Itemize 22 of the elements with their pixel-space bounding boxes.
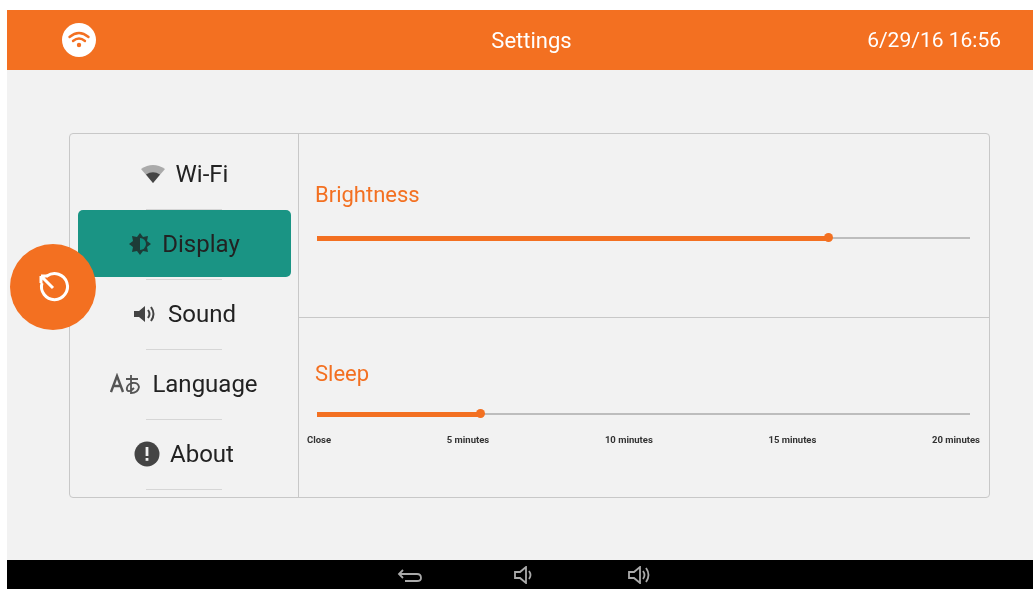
tick-label: 20 minutes xyxy=(932,434,980,445)
tick-label: Close xyxy=(307,434,332,445)
brightness-icon xyxy=(128,231,153,256)
wifi-icon xyxy=(62,23,96,57)
slider-thumb[interactable] xyxy=(824,233,834,242)
back-icon[interactable] xyxy=(397,566,423,583)
sidebar-item[interactable]: About xyxy=(128,420,240,487)
sidebar-item[interactable]: Wi-Fi xyxy=(133,140,235,207)
slider-thumb[interactable] xyxy=(476,409,486,418)
sidebar-item[interactable]: Display xyxy=(77,210,291,277)
section-title: Brightness xyxy=(315,182,421,207)
tick-label: 15 minutes xyxy=(768,434,817,445)
tick-label: 10 minutes xyxy=(604,434,653,445)
sidebar-item[interactable]: Language xyxy=(104,350,264,417)
section-title: Sleep xyxy=(315,361,371,386)
language-icon xyxy=(110,372,143,395)
tick-label: 5 minutes xyxy=(446,434,490,445)
date-time: 6/29/16 16:56 xyxy=(867,28,1001,52)
sidebar-item[interactable]: Sound xyxy=(126,280,242,347)
wifi-icon xyxy=(139,164,166,183)
page-title: Settings xyxy=(491,27,572,53)
info-icon xyxy=(134,440,161,467)
